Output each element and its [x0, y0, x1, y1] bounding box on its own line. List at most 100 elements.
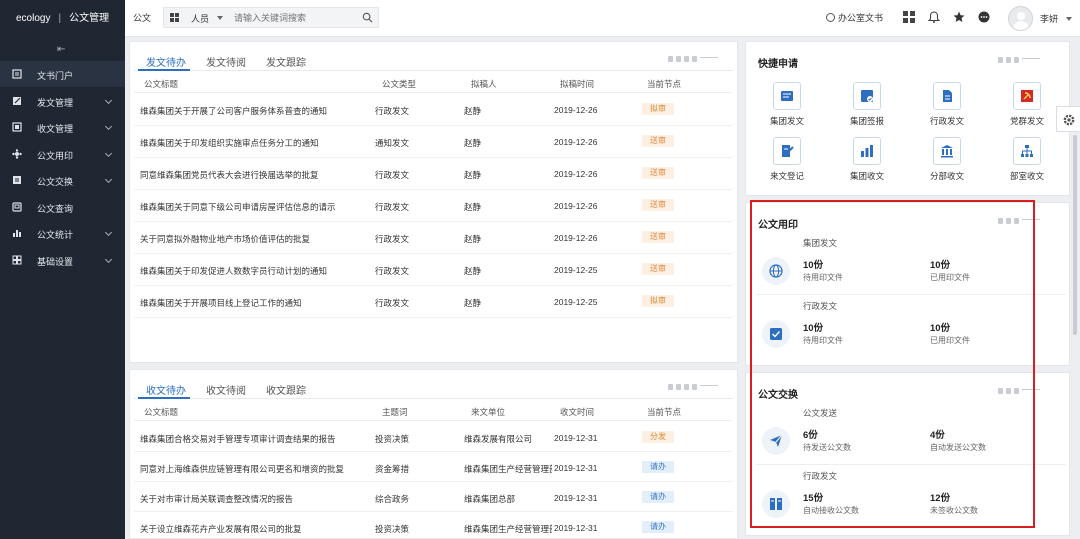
tab-send-todo[interactable]: 发文待办 — [146, 54, 186, 69]
avatar[interactable] — [1008, 6, 1033, 31]
search-icon[interactable] — [362, 12, 373, 23]
drafter: 赵静 — [464, 106, 482, 116]
table-row[interactable]: 同意对上海维森供应链管理有限公司更名和增资的批复 资金筹措 维森集团生产经营管理部 2… — [134, 452, 733, 482]
chevron-down-icon — [104, 149, 113, 157]
quick-apply-item[interactable]: 集团发文 — [764, 82, 810, 130]
sidebar: ⇤ 文书门户发文管理收文管理公文用印 公文交换 公文查询公文统计基础设置 — [0, 37, 125, 539]
sidebar-item-label: 公文统计 — [37, 230, 74, 240]
tab-receive-todo[interactable]: 收文待办 — [146, 382, 186, 397]
panel-tools[interactable] — [668, 54, 718, 62]
sidebar-item[interactable]: 公文查询 — [0, 194, 125, 220]
search-type-select[interactable]: 人员 — [191, 12, 209, 25]
tab-receive-toread[interactable]: 收文待阅 — [206, 382, 246, 397]
panel-tools[interactable] — [998, 55, 1040, 63]
draft-date: 2019-12-26 — [554, 137, 598, 147]
office-doc-label: 办公室文书 — [838, 13, 884, 23]
sidebar-item[interactable]: 文书门户 — [0, 61, 125, 87]
source-unit: 维森集团总部 — [464, 494, 516, 504]
table-row[interactable]: 维森集团关于印发组织实施审点任务分工的通知 通知发文 赵静 2019-12-26 送审 — [134, 126, 733, 158]
col-title: 公文标题 — [144, 79, 179, 89]
chevron-down-icon[interactable] — [217, 16, 223, 20]
receive-date: 2019-12-31 — [554, 523, 598, 533]
quick-apply-item[interactable]: 集团签报 — [844, 82, 890, 130]
sidebar-item[interactable]: 发文管理 — [0, 88, 125, 114]
receive-date: 2019-12-31 — [554, 433, 598, 443]
party-doc-icon — [1021, 90, 1033, 102]
status-badge: 分发 — [642, 431, 674, 443]
grid-icon[interactable] — [170, 13, 179, 22]
tab-send-track[interactable]: 发文跟踪 — [266, 54, 306, 69]
quick-apply-item[interactable]: 集团收文 — [844, 137, 890, 185]
bell-icon[interactable] — [928, 11, 940, 23]
doc-type: 通知发文 — [375, 138, 410, 148]
table-row[interactable]: 维森集团关于印发促进人数数字员行动计划的通知 行政发文 赵静 2019-12-25 送审 — [134, 254, 733, 286]
tab-receive-track[interactable]: 收文跟踪 — [266, 382, 306, 397]
quick-apply-label: 来文登记 — [769, 171, 804, 181]
table-row[interactable]: 维森集团关于开展项目线上登记工作的通知 行政发文 赵静 2019-12-25 拟审 — [134, 286, 733, 318]
quick-apply-item[interactable]: 部室收文 — [1004, 137, 1050, 185]
tab-send-toread[interactable]: 发文待阅 — [206, 54, 246, 69]
table-row[interactable]: 关于对市审计局关联调查整改情况的报告 综合政务 维森集团总部 2019-12-31 请办 — [134, 482, 733, 512]
doc-title-link[interactable]: 关于同意拟外融物业地产市场价值评估的批复 — [140, 233, 372, 245]
doc-title-link[interactable]: 同意对上海维森供应链管理有限公司更名和增资的批复 — [140, 463, 372, 475]
sidebar-item[interactable]: 基础设置 — [0, 247, 125, 273]
chevron-down-icon — [104, 175, 113, 184]
table-row[interactable]: 维森集团关于同意下级公司申请房屋评估信息的请示 行政发文 赵静 2019-12-26 送… — [134, 190, 733, 222]
sidebar-item[interactable]: 收文管理 — [0, 114, 125, 140]
stats-icon — [13, 230, 21, 237]
status-badge: 送审 — [642, 231, 674, 243]
brand[interactable]: ecology | 公文管理 — [0, 0, 125, 37]
quick-apply-label: 分部收文 — [929, 171, 964, 181]
quick-apply-item[interactable]: 分部收文 — [924, 137, 970, 185]
status-badge: 请办 — [642, 521, 674, 533]
quick-apply-item[interactable]: 党群发文 — [1004, 82, 1050, 130]
gear-icon[interactable] — [1062, 113, 1076, 127]
doc-title-link[interactable]: 维森集团关于印发促进人数数字员行动计划的通知 — [140, 265, 372, 277]
table-row[interactable]: 关于同意拟外融物业地产市场价值评估的批复 行政发文 赵静 2019-12-26 送审 — [134, 222, 733, 254]
drafter: 赵静 — [464, 138, 482, 148]
sidebar-item[interactable]: 公文交换 — [0, 167, 125, 193]
doc-title-link[interactable]: 维森集团关于开展了公司客户服务体系普查的通知 — [140, 105, 372, 117]
sidebar-item-label: 文书门户 — [37, 71, 74, 81]
sidebar-item-label: 收文管理 — [37, 124, 74, 134]
table-row[interactable]: 同意维森集团党员代表大会进行换届选举的批复 行政发文 赵静 2019-12-26 送审 — [134, 158, 733, 190]
product-name: 公文管理 — [69, 13, 110, 24]
username[interactable]: 李妍 — [1040, 12, 1058, 25]
receive-table-header: 公文标题 主题词 来文单位 收文时间 当前节点 — [134, 401, 733, 421]
branch-receive-icon — [941, 145, 953, 158]
doc-title-link[interactable]: 维森集团合格交易对手管理专项审计调查结果的报告 — [140, 433, 372, 445]
doc-title-link[interactable]: 维森集团关于印发组织实施审点任务分工的通知 — [140, 137, 372, 149]
apps-grid-icon[interactable] — [903, 11, 915, 23]
collapse-sidebar-icon[interactable]: ⇤ — [57, 44, 65, 55]
col-draft-time: 拟稿时间 — [560, 79, 595, 89]
query-icon — [12, 201, 22, 212]
panel-tools[interactable] — [668, 382, 718, 390]
chevron-down-icon[interactable] — [1066, 17, 1072, 21]
chat-icon[interactable] — [978, 11, 990, 23]
star-icon[interactable] — [953, 11, 965, 23]
doc-title-link[interactable]: 关于设立维森花卉产业发展有限公司的批复 — [140, 523, 372, 535]
module-label[interactable]: 公文 — [133, 11, 151, 24]
doc-title-link[interactable]: 维森集团关于开展项目线上登记工作的通知 — [140, 297, 372, 309]
scrollbar[interactable] — [1073, 135, 1077, 335]
sidebar-item-label: 发文管理 — [37, 97, 74, 108]
quick-apply-label: 集团收文 — [849, 171, 884, 181]
table-row[interactable]: 维森集团关于开展了公司客户服务体系普查的通知 行政发文 赵静 2019-12-26 拟审 — [134, 94, 733, 126]
doc-title-link[interactable]: 关于对市审计局关联调查整改情况的报告 — [140, 493, 372, 505]
quick-apply-item[interactable]: 行政发文 — [924, 82, 970, 130]
settings-tab[interactable] — [1056, 106, 1080, 132]
table-row[interactable]: 维森集团合格交易对手管理专项审计调查结果的报告 投资决策 维森发展有限公司 2019-… — [134, 422, 733, 452]
drafter: 赵静 — [464, 170, 482, 180]
search-input[interactable] — [234, 11, 360, 25]
sidebar-item[interactable]: 公文用印 — [0, 141, 125, 167]
group-receive-icon — [861, 145, 873, 157]
status-badge: 送审 — [642, 263, 674, 275]
doc-title-link[interactable]: 同意维森集团党员代表大会进行换届选举的批复 — [140, 169, 372, 181]
table-row[interactable]: 关于设立维森花卉产业发展有限公司的批复 投资决策 维森集团生产经营管理部 2019-1… — [134, 512, 733, 539]
draft-date: 2019-12-25 — [554, 297, 598, 307]
doc-title-link[interactable]: 维森集团关于同意下级公司申请房屋评估信息的请示 — [140, 201, 372, 213]
quick-apply-item[interactable]: 来文登记 — [764, 137, 810, 185]
sidebar-item[interactable]: 公文统计 — [0, 220, 125, 246]
office-doc-switch[interactable]: 办公室文书 — [826, 11, 883, 24]
top-bar: ecology|公文管理 公文 人员 办公室文书 — [0, 0, 1080, 37]
